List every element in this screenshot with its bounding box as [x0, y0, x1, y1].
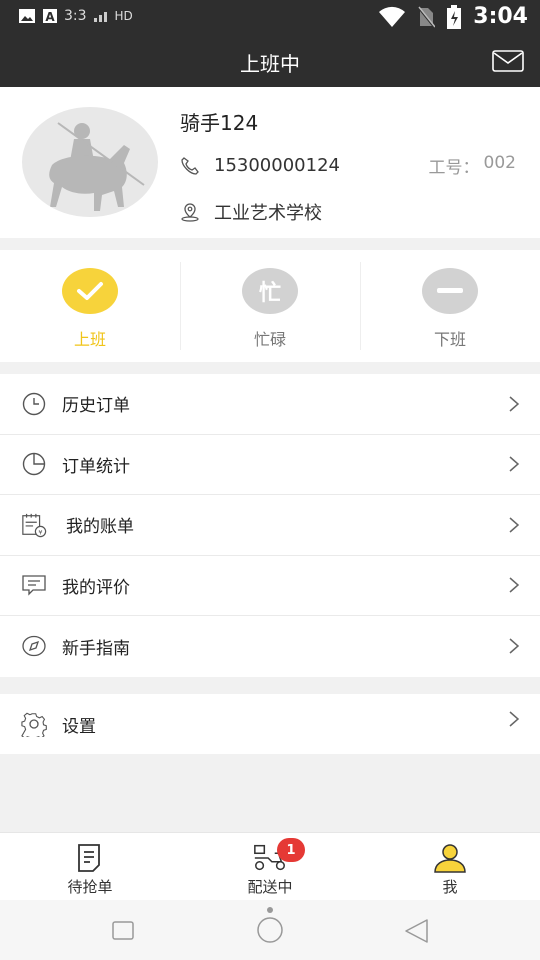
menu-order-stats[interactable]: 订单统计	[0, 435, 540, 495]
user-icon	[434, 844, 466, 873]
system-nav-bar	[0, 900, 540, 960]
tab-label: 我	[442, 878, 458, 896]
tab-label: 配送中	[247, 878, 293, 896]
menu-label: 历史订单	[62, 396, 130, 417]
network-label: HD	[114, 9, 133, 23]
rider-name: 骑手124	[180, 111, 259, 135]
clock-icon	[22, 392, 46, 415]
minus-icon	[437, 288, 463, 293]
phone-row: 15300000124	[180, 155, 340, 176]
status-busy[interactable]: 忙 忙碌	[180, 250, 360, 362]
bottom-tab-bar: 待抢单 配送中 1 我	[0, 832, 540, 900]
mail-icon[interactable]	[492, 50, 524, 72]
signal-icon	[93, 12, 107, 22]
tab-label: 待抢单	[67, 878, 113, 896]
work-status-switch: 上班 忙 忙碌 下班	[0, 250, 540, 362]
menu-label: 新手指南	[62, 638, 130, 659]
menu-label: 设置	[62, 716, 96, 737]
employee-id: 工号： 002	[429, 153, 516, 178]
gear-icon	[21, 712, 47, 737]
no-sim-icon	[417, 5, 436, 28]
busy-icon: 忙	[258, 281, 281, 306]
knight-avatar-icon	[49, 122, 145, 211]
status-label-on-duty: 上班	[73, 330, 106, 349]
menu-my-reviews[interactable]: 我的评价	[0, 556, 540, 616]
employee-id-value: 002	[483, 153, 516, 173]
menu-list: 历史订单 订单统计 ¥ 我的账单 我的评价 新手指南	[0, 374, 540, 677]
battery-charging-icon	[447, 4, 462, 29]
a-icon: A	[43, 9, 57, 24]
chevron-right-icon	[509, 456, 520, 472]
svg-text:A: A	[45, 10, 55, 24]
back-button[interactable]	[404, 918, 430, 944]
menu-my-bill[interactable]: ¥ 我的账单	[0, 495, 540, 556]
chevron-right-icon	[509, 396, 520, 412]
status-bar: A 3:3 HD 3:04	[0, 0, 540, 36]
tab-pending-orders[interactable]: 待抢单	[0, 833, 180, 900]
phone-number: 15300000124	[214, 155, 340, 176]
pie-chart-icon	[22, 453, 46, 476]
chevron-right-icon	[509, 638, 520, 654]
check-icon	[77, 282, 103, 300]
bill-icon: ¥	[22, 513, 47, 537]
school-row: 工业艺术学校	[180, 199, 322, 225]
compass-icon	[22, 636, 46, 657]
chevron-right-icon	[509, 711, 520, 727]
profile-card: 骑手124 15300000124 工号： 002 工业艺术学校	[0, 87, 540, 238]
avatar[interactable]	[22, 107, 158, 217]
title-bar: 上班中	[0, 36, 540, 87]
order-list-icon	[78, 844, 100, 872]
menu-label: 订单统计	[62, 456, 130, 477]
status-time: 3:04	[473, 4, 528, 29]
status-time-left: 3:3	[64, 8, 87, 24]
tab-me[interactable]: 我	[360, 833, 540, 900]
status-label-off-duty: 下班	[433, 330, 466, 349]
gallery-icon	[19, 9, 35, 23]
status-on-duty[interactable]: 上班	[0, 250, 180, 362]
recents-button[interactable]	[112, 921, 134, 941]
delivering-count-badge: 1	[277, 838, 305, 862]
page-title: 上班中	[240, 52, 300, 76]
tab-delivering[interactable]: 配送中 1	[180, 833, 360, 900]
wifi-icon	[379, 6, 406, 27]
menu-label: 我的账单	[66, 517, 134, 538]
menu-beginner-guide[interactable]: 新手指南	[0, 616, 540, 677]
status-off-duty[interactable]: 下班	[360, 250, 540, 362]
comment-icon	[22, 575, 46, 596]
location-icon	[181, 203, 199, 222]
chevron-right-icon	[509, 517, 520, 533]
employee-id-label: 工号：	[428, 158, 480, 178]
menu-settings[interactable]: 设置	[0, 694, 540, 754]
school-name: 工业艺术学校	[214, 203, 322, 224]
phone-icon	[181, 156, 199, 175]
svg-text:¥: ¥	[38, 528, 42, 536]
menu-history-orders[interactable]: 历史订单	[0, 374, 540, 435]
status-label-busy: 忙碌	[253, 330, 286, 349]
home-button[interactable]	[255, 905, 285, 943]
menu-label: 我的评价	[62, 577, 130, 598]
chevron-right-icon	[509, 577, 520, 593]
settings-section: 设置	[0, 694, 540, 754]
